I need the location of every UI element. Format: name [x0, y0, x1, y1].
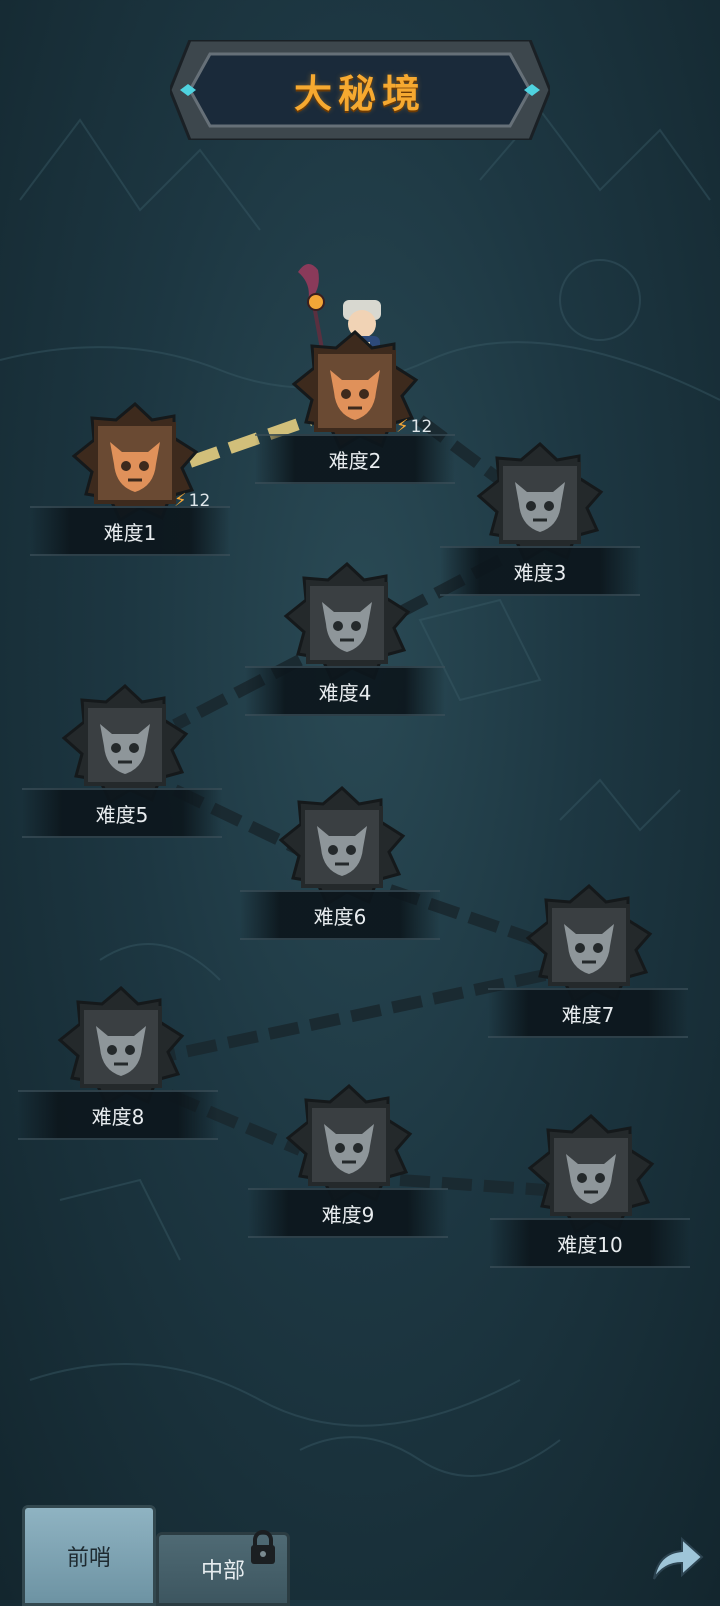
- energy-cost: ⚡ 12: [174, 490, 210, 511]
- difficulty-label-bar[interactable]: 难度8: [18, 1090, 218, 1140]
- energy-value: 12: [410, 416, 433, 437]
- difficulty-label-bar[interactable]: 难度7: [488, 988, 688, 1038]
- difficulty-label: 难度5: [95, 802, 149, 827]
- difficulty-label-bar[interactable]: 难度3: [440, 546, 640, 596]
- difficulty-node-4[interactable]: [282, 561, 412, 683]
- difficulty-label-bar[interactable]: 难度1: [30, 506, 230, 556]
- difficulty-label: 难度2: [328, 448, 382, 473]
- lightning-bolt-icon: ⚡: [396, 416, 409, 437]
- tab-label: 前哨: [66, 1545, 111, 1571]
- difficulty-label-bar[interactable]: 难度2: [255, 434, 455, 484]
- padlock-icon: [251, 1530, 275, 1564]
- tab-outpost[interactable]: 前哨: [22, 1505, 156, 1606]
- difficulty-label: 难度3: [513, 560, 567, 585]
- energy-cost: ⚡ 12: [396, 416, 432, 437]
- difficulty-label-bar[interactable]: 难度4: [245, 666, 445, 716]
- difficulty-label: 难度4: [318, 680, 372, 705]
- energy-value: 12: [188, 490, 211, 511]
- difficulty-node-5[interactable]: [60, 683, 190, 805]
- difficulty-node-3[interactable]: [475, 441, 605, 563]
- difficulty-label: 难度10: [557, 1232, 623, 1257]
- lightning-bolt-icon: ⚡: [174, 490, 187, 511]
- tab-label: 中部: [200, 1559, 245, 1584]
- difficulty-label-bar[interactable]: 难度6: [240, 890, 440, 940]
- share-arrow-icon[interactable]: [650, 1535, 704, 1583]
- difficulty-label-bar[interactable]: 难度9: [248, 1188, 448, 1238]
- difficulty-label: 难度6: [313, 904, 367, 929]
- difficulty-label-bar[interactable]: 难度10: [490, 1218, 690, 1268]
- difficulty-node-9[interactable]: [284, 1083, 414, 1205]
- difficulty-label: 难度7: [561, 1002, 615, 1027]
- page-title: 大秘境: [293, 71, 426, 116]
- difficulty-label: 难度9: [321, 1202, 375, 1227]
- difficulty-label: 难度1: [103, 520, 157, 545]
- difficulty-node-6[interactable]: [277, 785, 407, 907]
- difficulty-label: 难度8: [91, 1104, 145, 1129]
- difficulty-label-bar[interactable]: 难度5: [22, 788, 222, 838]
- difficulty-node-7[interactable]: [524, 883, 654, 1005]
- difficulty-node-10[interactable]: [526, 1113, 656, 1235]
- difficulty-node-8[interactable]: [56, 985, 186, 1107]
